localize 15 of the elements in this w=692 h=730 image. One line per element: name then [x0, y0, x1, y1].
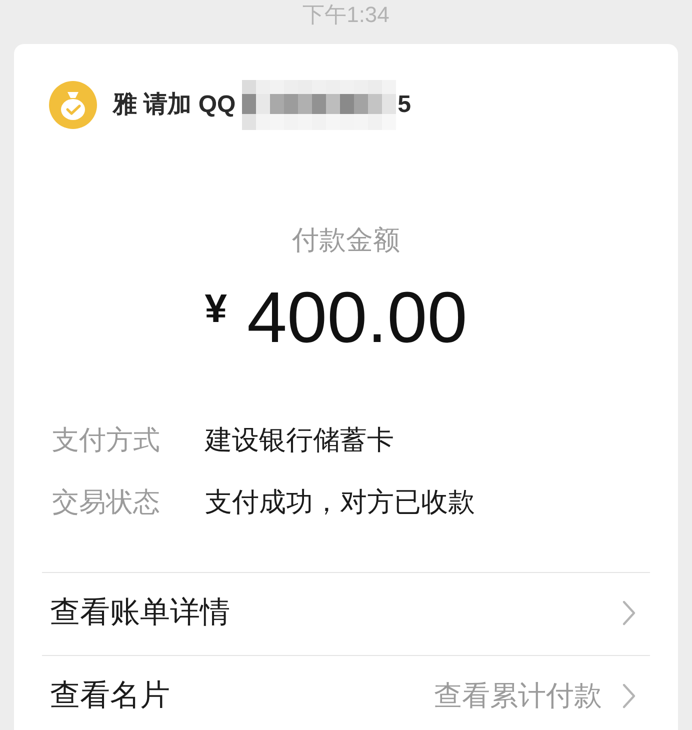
view-card-link[interactable]: 查看名片 [42, 678, 170, 714]
detail-value: 建设银行储蓄卡 [205, 424, 394, 456]
amount-value: 400.00 [247, 278, 468, 358]
payee-name-tail: 5 [398, 90, 412, 120]
detail-label: 交易状态 [52, 486, 161, 518]
amount-label: 付款金额 [292, 224, 400, 256]
detail-label: 支付方式 [52, 424, 161, 456]
chevron-right-icon [622, 600, 636, 626]
bill-details-link[interactable]: 查看账单详情 [42, 594, 650, 630]
detail-value: 支付成功，对方已收款 [205, 486, 475, 518]
pouch-logo-icon [49, 81, 97, 129]
status-time: 下午1:34 [302, 2, 390, 28]
currency-symbol: ¥ [204, 287, 228, 331]
chevron-right-icon [622, 682, 636, 708]
payee-name: 雅 请加 QQ [113, 90, 236, 120]
